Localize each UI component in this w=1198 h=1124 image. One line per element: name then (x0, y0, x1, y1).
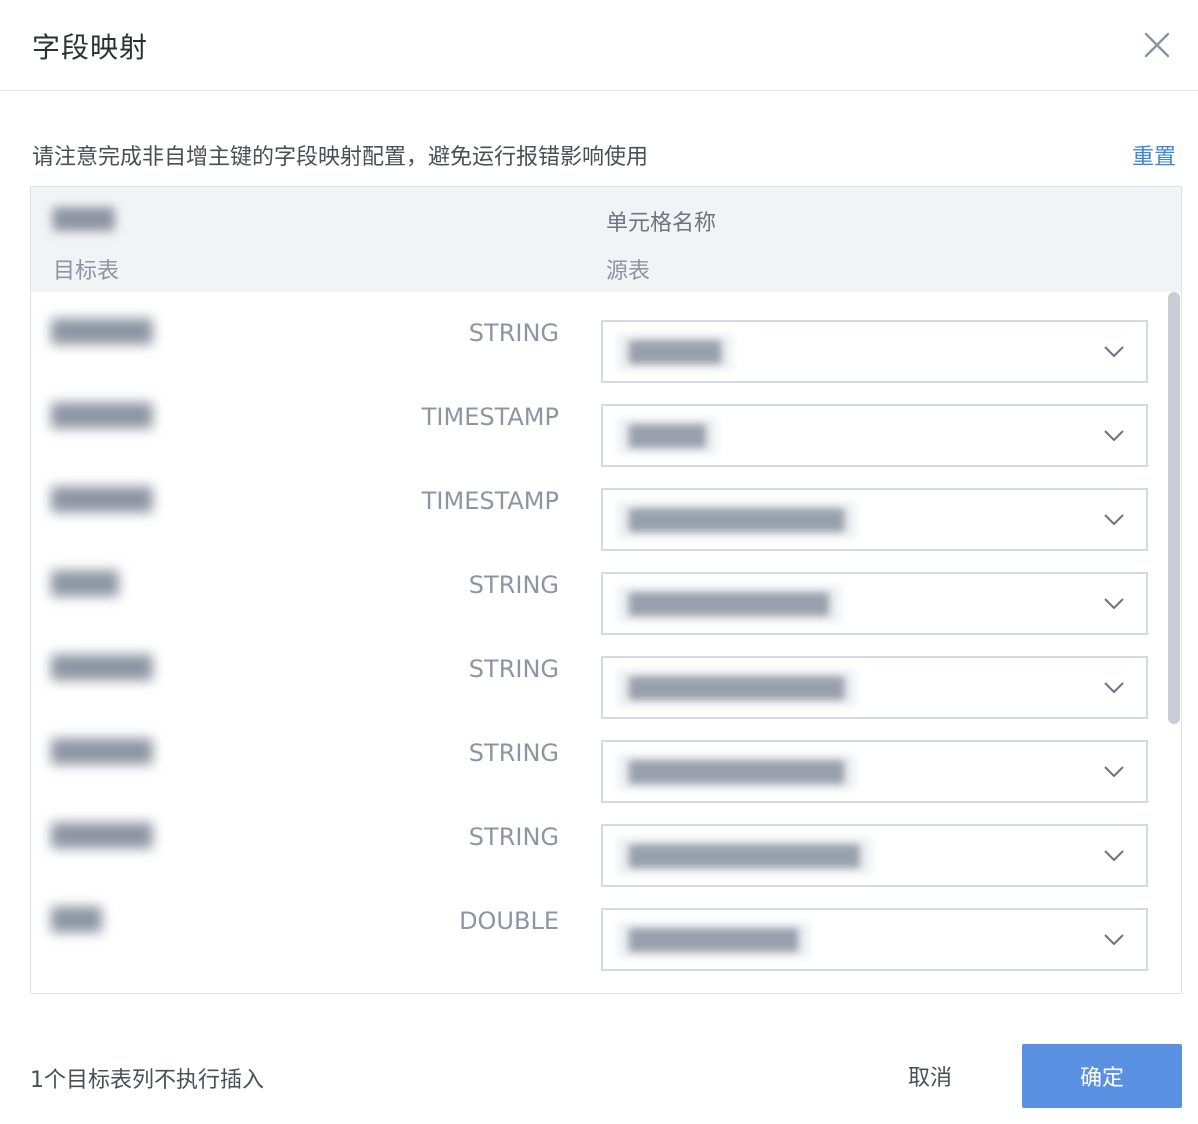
target-field-name: ████ (51, 572, 119, 597)
chevron-down-icon (1104, 934, 1124, 946)
chevron-down-icon (1104, 766, 1124, 778)
mapping-row: ████ STRING █████████████ (31, 544, 1181, 635)
source-field-value: ███████████████ (617, 838, 872, 874)
mapping-rows: ██████ STRING ██████ ██████ TIMESTAMP ██… (31, 292, 1181, 993)
mapping-row: ██████ TIMESTAMP ██████████████ (31, 460, 1181, 551)
target-field-type: DOUBLE (459, 907, 559, 935)
target-field-name: ███ (51, 908, 102, 933)
dialog-header: 字段映射 (0, 0, 1198, 91)
table-scrollbar[interactable] (1168, 292, 1180, 724)
mapping-row: ██████ STRING ██████████████ (31, 712, 1181, 803)
source-field-value: ██████████████ (617, 502, 857, 538)
mapping-row: ██████ STRING ███████████████ (31, 796, 1181, 887)
source-field-value: █████████████ (617, 586, 841, 622)
confirm-button[interactable]: 确定 (1022, 1044, 1182, 1108)
target-field-type: STRING (468, 739, 559, 767)
field-mapping-dialog: 字段映射 请注意完成非自增主键的字段映射配置，避免运行报错影响使用 重置 ███… (0, 0, 1198, 1124)
target-field-name: ██████ (51, 488, 153, 513)
target-field-name: ██████ (51, 824, 153, 849)
mapping-row: ██████ STRING ██████████████ (31, 628, 1181, 719)
source-field-select[interactable]: █████████████ (601, 572, 1148, 635)
source-field-select[interactable]: ███████████ (601, 908, 1148, 971)
chevron-down-icon (1104, 682, 1124, 694)
target-field-type: STRING (468, 571, 559, 599)
close-button[interactable] (1140, 28, 1174, 62)
source-sheet-name: 单元格名称 (606, 211, 717, 236)
target-field-type: STRING (468, 319, 559, 347)
dialog-title: 字段映射 (32, 31, 149, 64)
source-field-select[interactable]: ██████████████ (601, 656, 1148, 719)
source-field-select[interactable]: ██████ (601, 320, 1148, 383)
table-header: ████ 目标表 单元格名称 源表 (31, 187, 1181, 292)
source-field-select[interactable]: ██████████████ (601, 488, 1148, 551)
source-field-value: ██████████████ (617, 670, 857, 706)
chevron-down-icon (1104, 850, 1124, 862)
target-field-type: TIMESTAMP (421, 403, 559, 431)
mapping-table: ████ 目标表 单元格名称 源表 ██████ STRING ██████ █… (30, 186, 1182, 994)
cancel-button[interactable]: 取消 (890, 1044, 970, 1108)
target-table-name: ████ (53, 207, 115, 231)
source-field-value: ███████████ (617, 922, 811, 958)
source-field-select[interactable]: █████ (601, 404, 1148, 467)
mapping-row: ███ DOUBLE ███████████ (31, 880, 1181, 971)
source-field-select[interactable]: ██████████████ (601, 740, 1148, 803)
footer-info: 1个目标表列不执行插入 (30, 1068, 264, 1093)
chevron-down-icon (1104, 346, 1124, 358)
mapping-row: ██████ STRING ██████ (31, 292, 1181, 383)
notice-text: 请注意完成非自增主键的字段映射配置，避免运行报错影响使用 (32, 145, 649, 170)
source-field-value: ██████████████ (617, 754, 857, 790)
source-table-label: 源表 (606, 259, 651, 284)
target-field-name: ██████ (51, 740, 153, 765)
chevron-down-icon (1104, 514, 1124, 526)
target-field-type: STRING (468, 655, 559, 683)
target-field-name: ██████ (51, 404, 153, 429)
source-field-select[interactable]: ███████████████ (601, 824, 1148, 887)
target-table-label: 目标表 (53, 259, 120, 284)
target-field-type: STRING (468, 823, 559, 851)
reset-link[interactable]: 重置 (1132, 139, 1176, 171)
target-field-name: ██████ (51, 320, 153, 345)
target-field-type: TIMESTAMP (421, 487, 559, 515)
target-field-name: ██████ (51, 656, 153, 681)
source-field-value: ██████ (617, 334, 734, 370)
close-icon (1144, 32, 1170, 58)
mapping-row: ██████ TIMESTAMP █████ (31, 376, 1181, 467)
chevron-down-icon (1104, 598, 1124, 610)
chevron-down-icon (1104, 430, 1124, 442)
source-field-value: █████ (617, 418, 718, 454)
